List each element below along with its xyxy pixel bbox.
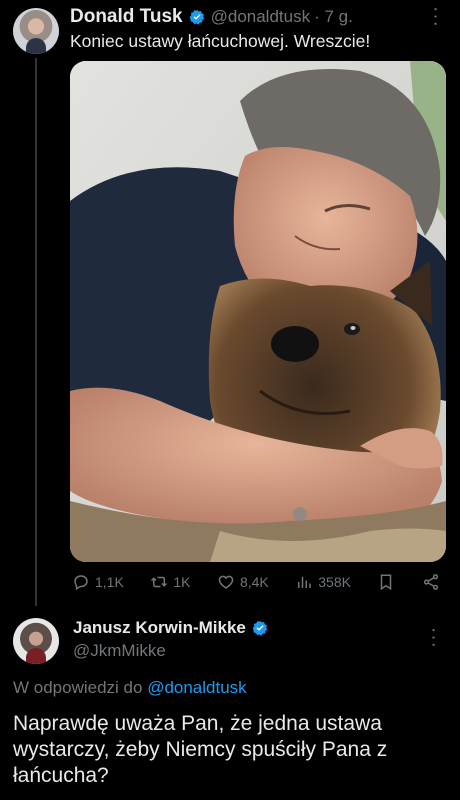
verified-badge-icon (252, 620, 268, 636)
bookmark-icon (381, 574, 392, 591)
tweet-text: Koniec ustawy łańcuchowej. Wreszcie! (70, 31, 371, 51)
tweet-photo[interactable] (70, 61, 446, 562)
reply-text: Naprawdę uważa Pan, że jedna ustawa wyst… (13, 712, 388, 787)
author-handle[interactable]: @donaldtusk (211, 7, 311, 27)
reply-icon (74, 575, 88, 591)
reply-count: 1,1K (95, 574, 124, 590)
reply-prefix: W odpowiedzi do (13, 678, 148, 697)
share-icon (423, 574, 439, 590)
like-button[interactable]: 8,4K (217, 573, 269, 591)
bookmark-button[interactable] (377, 573, 395, 591)
heart-icon (218, 575, 234, 589)
author-name[interactable]: Janusz Korwin-Mikke (73, 618, 246, 638)
share-button[interactable] (422, 573, 440, 591)
avatar[interactable] (13, 8, 59, 54)
repost-count: 1K (173, 574, 191, 590)
repost-button[interactable]: 1K (150, 573, 190, 591)
reply-to-link[interactable]: @donaldtusk (147, 678, 247, 697)
tweet-actions: 1,1K 1K 8,4K 358K (72, 570, 440, 594)
views-chart-icon (298, 576, 311, 588)
avatar[interactable] (13, 618, 59, 664)
reply-button[interactable]: 1,1K (72, 573, 124, 591)
tweet-time[interactable]: · 7 g. (314, 7, 353, 27)
photo-man-hugging-dog (70, 61, 446, 562)
more-options-icon[interactable]: ··· (422, 627, 444, 649)
views-button[interactable]: 358K (295, 573, 351, 591)
reply-header: Janusz Korwin-Mikke ··· (73, 617, 444, 649)
thread-line (35, 58, 37, 606)
more-options-icon[interactable]: ··· (424, 6, 446, 28)
tweet-header: Donald Tusk @donaldtusk · 7 g. ··· (70, 5, 446, 29)
author-handle[interactable]: @JkmMikke (73, 641, 166, 661)
reply-context: W odpowiedzi do @donaldtusk (13, 678, 247, 698)
views-count: 358K (318, 574, 351, 590)
repost-icon (151, 576, 168, 588)
verified-badge-icon (189, 9, 204, 25)
author-name[interactable]: Donald Tusk (70, 6, 183, 28)
like-count: 8,4K (239, 574, 269, 590)
